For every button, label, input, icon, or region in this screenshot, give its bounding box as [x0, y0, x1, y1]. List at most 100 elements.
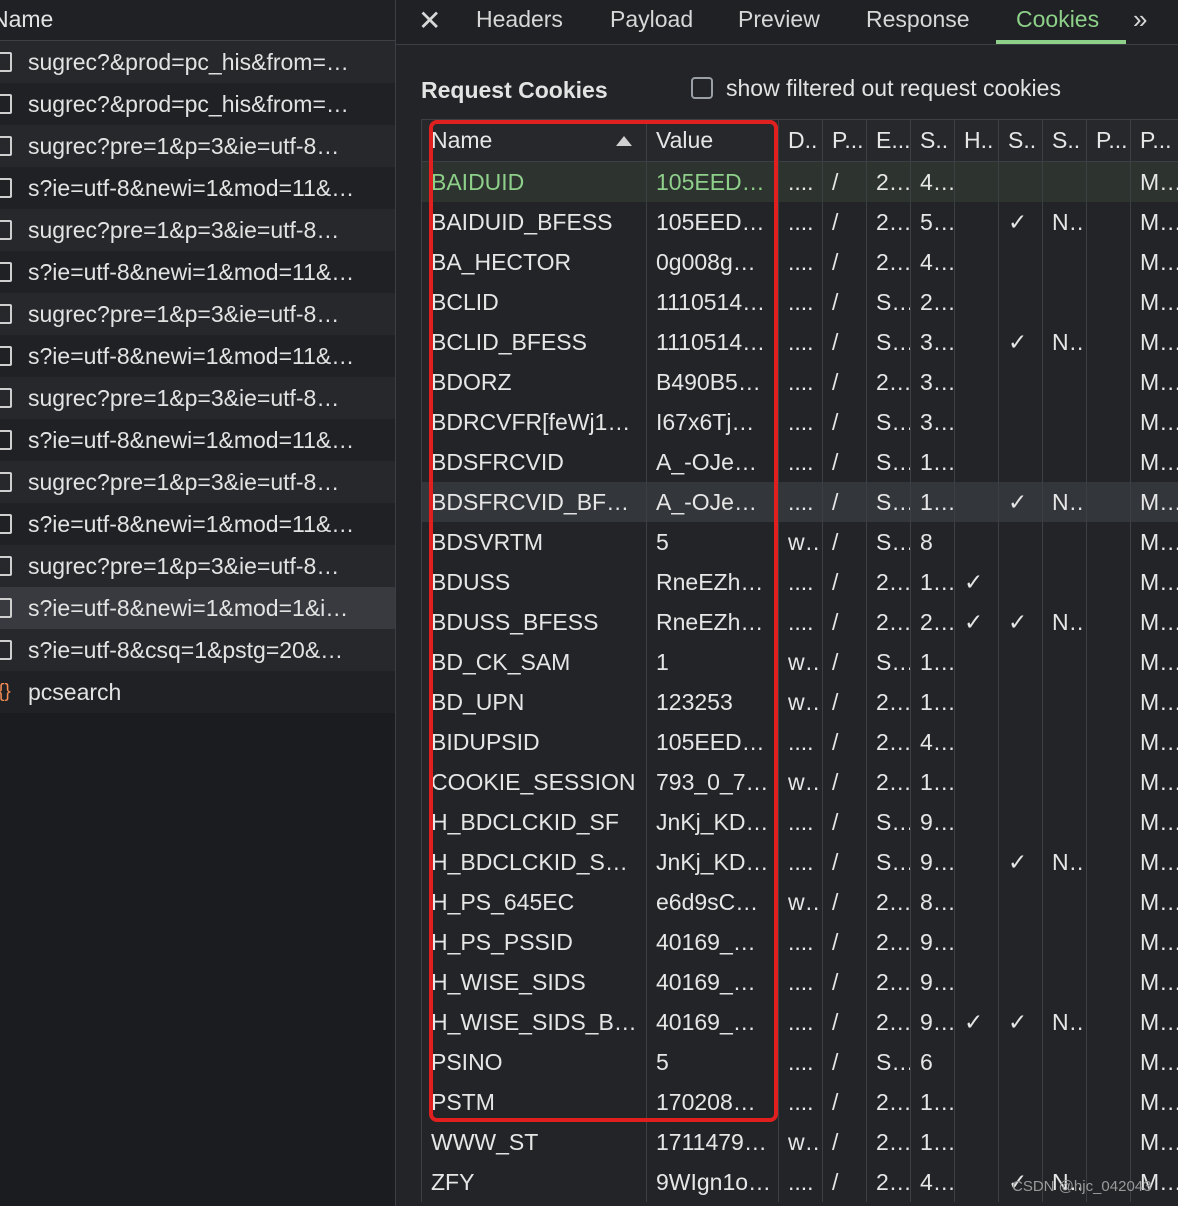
request-row[interactable]: sugrec?pre=1&p=3&ie=utf-8… [0, 125, 395, 167]
more-tabs-icon[interactable]: » [1133, 0, 1147, 38]
tab-headers[interactable]: Headers [476, 0, 563, 44]
column-header-path[interactable]: P... [823, 120, 867, 161]
cell-path: / [823, 1122, 867, 1162]
cell-val: 123253 [647, 682, 779, 722]
show-filtered-checkbox[interactable] [691, 77, 713, 99]
cell-name: BAIDUID_BFESS [422, 202, 647, 242]
request-row[interactable]: s?ie=utf-8&newi=1&mod=11&… [0, 167, 395, 209]
table-row[interactable]: H_WISE_SIDS_B…40169_…..../2…9…✓✓N…M… [422, 1002, 1178, 1042]
table-row[interactable]: WWW_ST1711479…w…/2…1… M… [422, 1122, 1178, 1162]
request-row[interactable]: s?ie=utf-8&newi=1&mod=1&i… [0, 587, 395, 629]
cell-size: 1… [911, 642, 955, 682]
cell-priority: M… [1131, 522, 1178, 562]
request-label: s?ie=utf-8&newi=1&mod=11&… [28, 427, 355, 453]
table-row[interactable]: BDSFRCVID_BF…A_-OJe…..../S…1… ✓N… M… [422, 482, 1178, 522]
table-row[interactable]: BCLID_BFESS1110514…..../S…3… ✓N… M… [422, 322, 1178, 362]
request-row[interactable]: s?ie=utf-8&newi=1&mod=11&… [0, 335, 395, 377]
cell-samesite [1043, 882, 1087, 922]
table-row[interactable]: BDSFRCVID A_-OJe….... / S… 1… M… [422, 442, 1178, 482]
column-header-val[interactable]: Value [647, 120, 779, 161]
cell-expires: S… [867, 482, 911, 522]
cell-priority: M… [1131, 242, 1178, 282]
cell-samesite [1043, 922, 1087, 962]
cell-priority: M… [1131, 642, 1178, 682]
cell-expires: 2… [867, 602, 911, 642]
cell-secure [999, 562, 1043, 602]
request-row[interactable]: sugrec?&prod=pc_his&from=… [0, 83, 395, 125]
column-header-expires[interactable]: E... [867, 120, 911, 161]
tab-preview[interactable]: Preview [738, 0, 820, 44]
cell-val: 1110514… [647, 282, 779, 322]
table-row[interactable]: BA_HECTOR 0g008g…..../2… 4… M… [422, 242, 1178, 282]
close-icon[interactable]: ✕ [418, 2, 441, 40]
file-icon [0, 346, 12, 366]
column-header-label: P... [832, 127, 864, 153]
cell-partition [1087, 602, 1131, 642]
cell-path: / [823, 282, 867, 322]
request-row[interactable]: s?ie=utf-8&csq=1&pstg=20&… [0, 629, 395, 671]
table-row[interactable]: H_PS_PSSID 40169_…..../2… 9… M… [422, 922, 1178, 962]
column-header-httponly[interactable]: H.. [955, 120, 999, 161]
cell-samesite [1043, 642, 1087, 682]
cell-name: PSTM [422, 1082, 647, 1122]
requests-name-header[interactable]: Name [0, 0, 395, 41]
cell-secure [999, 282, 1043, 322]
request-label: sugrec?&prod=pc_his&from=… [28, 91, 349, 117]
request-row[interactable]: sugrec?pre=1&p=3&ie=utf-8… [0, 209, 395, 251]
cell-size: 6 [911, 1042, 955, 1082]
tab-response[interactable]: Response [866, 0, 970, 44]
table-row[interactable]: H_BDCLCKID_S…JnKj_KD…..../S…9… ✓N… M… [422, 842, 1178, 882]
table-row[interactable]: H_WISE_SIDS 40169_…..../2… 9… M… [422, 962, 1178, 1002]
request-row[interactable]: s?ie=utf-8&newi=1&mod=11&… [0, 503, 395, 545]
table-row[interactable]: BCLID 1110514….... / S… 2… M… [422, 282, 1178, 322]
table-row[interactable]: BDUSS_BFESSRneEZh…..../2…2…✓✓N…M… [422, 602, 1178, 642]
cell-samesite [1043, 682, 1087, 722]
table-row[interactable]: BAIDUID_BFESS105EED…..../2…5… ✓N… M… [422, 202, 1178, 242]
column-header-priority[interactable]: P... [1131, 120, 1178, 161]
table-row[interactable]: PSINO 5.... / S… 6 M… [422, 1042, 1178, 1082]
column-header-samesite[interactable]: S.. [1043, 120, 1087, 161]
request-row[interactable]: sugrec?pre=1&p=3&ie=utf-8… [0, 461, 395, 503]
table-row[interactable]: BDSVRTM5w…/S…8 M… [422, 522, 1178, 562]
cell-secure [999, 802, 1043, 842]
request-row[interactable]: s?ie=utf-8&newi=1&mod=11&… [0, 419, 395, 461]
request-label: s?ie=utf-8&newi=1&mod=11&… [28, 343, 355, 369]
cell-samesite [1043, 242, 1087, 282]
table-row[interactable]: BD_UPN123253w…/2…1… M… [422, 682, 1178, 722]
table-row[interactable]: BDRCVFR[feWj1… I67x6Tj….... / S… 3… M… [422, 402, 1178, 442]
request-row[interactable]: {} pcsearch [0, 671, 395, 713]
column-header-name[interactable]: Name [422, 120, 647, 161]
column-header-partition[interactable]: P... [1087, 120, 1131, 161]
table-row[interactable]: H_PS_645ECe6d9sC…w…/2…8… M… [422, 882, 1178, 922]
table-row[interactable]: BD_CK_SAM1w…/S…1… M… [422, 642, 1178, 682]
request-row[interactable]: sugrec?pre=1&p=3&ie=utf-8… [0, 545, 395, 587]
request-row[interactable]: s?ie=utf-8&newi=1&mod=11&… [0, 251, 395, 293]
table-row[interactable]: BDUSS RneEZh…..../2… 1… ✓ M… [422, 562, 1178, 602]
table-row[interactable]: H_BDCLCKID_SF JnKj_KD….... / S… 9… M… [422, 802, 1178, 842]
table-row[interactable]: BAIDUID 105EED…..../2… 4… M… [422, 162, 1178, 202]
table-row[interactable]: PSTM 170208…..../2… 1… M… [422, 1082, 1178, 1122]
table-row[interactable]: COOKIE_SESSION793_0_7…w…/2…1… M… [422, 762, 1178, 802]
tab-cookies[interactable]: Cookies [1016, 0, 1099, 44]
column-header-domain[interactable]: D.. [779, 120, 823, 161]
cell-path: / [823, 442, 867, 482]
cell-path: / [823, 1082, 867, 1122]
cell-size: 8 [911, 522, 955, 562]
request-row[interactable]: sugrec?&prod=pc_his&from=… [0, 41, 395, 83]
show-filtered-label[interactable]: show filtered out request cookies [726, 75, 1061, 102]
table-row[interactable]: BIDUPSID 105EED…..../2… 4… M… [422, 722, 1178, 762]
cell-size: 3… [911, 402, 955, 442]
request-row[interactable]: sugrec?pre=1&p=3&ie=utf-8… [0, 293, 395, 335]
cell-domain: w… [779, 522, 823, 562]
cell-name: BD_CK_SAM [422, 642, 647, 682]
cell-domain: .... [779, 202, 823, 242]
cell-partition [1087, 682, 1131, 722]
file-icon [0, 136, 12, 156]
cell-secure [999, 402, 1043, 442]
request-row[interactable]: sugrec?pre=1&p=3&ie=utf-8… [0, 377, 395, 419]
tab-payload[interactable]: Payload [610, 0, 693, 44]
column-header-size[interactable]: S.. [911, 120, 955, 161]
column-header-secure[interactable]: S.. [999, 120, 1043, 161]
cell-val: I67x6Tj… [647, 402, 779, 442]
table-row[interactable]: BDORZ B490B5…..../2… 3… M… [422, 362, 1178, 402]
